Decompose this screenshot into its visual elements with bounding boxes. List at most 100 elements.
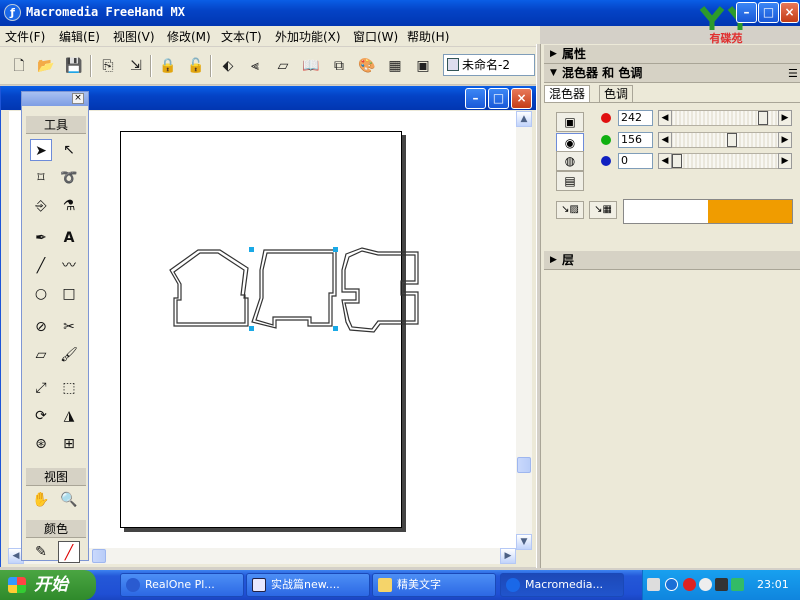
page-tool-icon[interactable]: ⌑: [30, 167, 52, 189]
task-freehand[interactable]: Macromedia...: [500, 573, 624, 597]
pointer-tool-icon[interactable]: ➤: [30, 139, 52, 161]
red-slider[interactable]: ◀ ▶: [658, 110, 792, 126]
table-icon[interactable]: ▦: [384, 55, 406, 77]
layers-panel-header[interactable]: ▶ 层: [544, 251, 800, 270]
tab-mixer[interactable]: 混色器: [544, 85, 591, 102]
network-icon[interactable]: [715, 578, 728, 591]
menu-help[interactable]: 帮助(H): [407, 28, 449, 45]
menu-file[interactable]: 文件(F): [5, 28, 45, 45]
tab-tints[interactable]: 色调: [599, 85, 634, 102]
hand-tool-icon[interactable]: ✋: [30, 489, 52, 511]
blue-slider-right-arrow[interactable]: ▶: [778, 153, 792, 169]
menu-window[interactable]: 窗口(W): [353, 28, 398, 45]
app-close-button[interactable]: ×: [780, 2, 799, 23]
task-word[interactable]: 实战篇new....: [246, 573, 370, 597]
lock-icon[interactable]: 🔒: [157, 55, 179, 77]
menu-edit[interactable]: 编辑(E): [59, 28, 100, 45]
red-slider-left-arrow[interactable]: ◀: [658, 110, 672, 126]
vertical-scrollbar[interactable]: ▲ ▼: [516, 111, 532, 550]
scale-tool-icon[interactable]: ⤢: [30, 377, 52, 399]
group-icon[interactable]: ⬖: [217, 55, 239, 77]
red-slider-thumb[interactable]: [758, 111, 768, 125]
trace-tool-icon[interactable]: ⎆: [30, 195, 52, 217]
security-icon[interactable]: [731, 578, 744, 591]
import-icon[interactable]: ⎘: [97, 55, 119, 77]
app-maximize-button[interactable]: □: [758, 2, 779, 23]
connector-tool-icon[interactable]: ⊘: [30, 316, 52, 338]
brush-tool-icon[interactable]: 🖌: [58, 344, 80, 366]
blue-slider-thumb[interactable]: [672, 154, 682, 168]
unlock-icon[interactable]: 🔓: [185, 55, 207, 77]
green-slider-thumb[interactable]: [727, 133, 737, 147]
mixer-panel-header[interactable]: ▼ 混色器 和 色调 ☰: [544, 64, 800, 83]
chart-tool-icon[interactable]: ⊞: [58, 433, 80, 455]
line-tool-icon[interactable]: ╱: [30, 255, 52, 277]
show-hidden-icon[interactable]: [665, 578, 678, 591]
rgb-mode-icon[interactable]: ◉: [556, 133, 584, 153]
subselect-tool-icon[interactable]: ↖: [58, 139, 80, 161]
library-icon[interactable]: 📖: [300, 55, 322, 77]
system-color-icon[interactable]: ▤: [556, 171, 584, 191]
messenger-icon[interactable]: [699, 578, 712, 591]
align-icon[interactable]: ⫷: [244, 55, 266, 77]
start-button[interactable]: 开始: [0, 570, 96, 600]
scroll-down-button[interactable]: ▼: [516, 534, 532, 550]
task-folder[interactable]: 精美文字: [372, 573, 496, 597]
horizontal-scroll-thumb[interactable]: [92, 549, 106, 563]
green-slider[interactable]: ◀ ▶: [658, 132, 792, 148]
scroll-up-button[interactable]: ▲: [516, 111, 532, 127]
red-value-field[interactable]: 242: [618, 110, 653, 126]
blue-slider[interactable]: ◀ ▶: [658, 153, 792, 169]
floorplan-shapes[interactable]: [160, 240, 430, 340]
realone-tray-icon[interactable]: [683, 578, 696, 591]
red-slider-right-arrow[interactable]: ▶: [778, 110, 792, 126]
doc-maximize-button[interactable]: □: [488, 88, 509, 109]
knife-tool-icon[interactable]: ✂: [58, 316, 80, 338]
doc-minimize-button[interactable]: –: [465, 88, 486, 109]
layers-icon[interactable]: ⧉: [328, 55, 350, 77]
menu-text[interactable]: 文本(T): [221, 28, 262, 45]
save-icon[interactable]: 💾: [63, 55, 85, 77]
green-value-field[interactable]: 156: [618, 132, 653, 148]
export-icon[interactable]: ⇲: [125, 55, 147, 77]
vertical-scroll-thumb[interactable]: [517, 457, 531, 473]
eyedropper-tool-icon[interactable]: ⚗: [58, 195, 80, 217]
tools-panel-header[interactable]: ×: [22, 92, 88, 106]
menu-modify[interactable]: 修改(M): [167, 28, 211, 45]
pen-tool-icon[interactable]: ✒: [30, 227, 52, 249]
screen-icon[interactable]: ▣: [412, 55, 434, 77]
fill-none-icon[interactable]: ╱: [58, 541, 80, 563]
keyboard-icon[interactable]: [647, 578, 660, 591]
menu-view[interactable]: 视图(V): [113, 28, 155, 45]
new-document-icon[interactable]: 🗋: [8, 55, 30, 77]
rotate-tool-icon[interactable]: ⟳: [30, 405, 52, 427]
graphic-hose-tool-icon[interactable]: ⊛: [30, 433, 52, 455]
hls-mode-icon[interactable]: ◍: [556, 151, 584, 171]
task-realone[interactable]: RealOne Pl...: [120, 573, 244, 597]
eraser-tool-icon[interactable]: ▱: [30, 344, 52, 366]
blue-value-field[interactable]: 0: [618, 153, 653, 169]
cmyk-mode-icon[interactable]: ▣: [556, 112, 584, 132]
transform-icon[interactable]: ▱: [272, 55, 294, 77]
freehand-tool-icon[interactable]: 〰: [58, 255, 80, 277]
open-folder-icon[interactable]: 📂: [35, 55, 57, 77]
app-minimize-button[interactable]: –: [736, 2, 757, 23]
doc-close-button[interactable]: ×: [511, 88, 532, 109]
rectangle-tool-icon[interactable]: □: [58, 283, 80, 305]
add-to-color-list-icon[interactable]: ↘▦: [589, 201, 617, 219]
swatches-icon[interactable]: 🎨: [356, 55, 378, 77]
add-to-swatches-icon[interactable]: ↘▨: [556, 201, 584, 219]
blue-slider-left-arrow[interactable]: ◀: [658, 153, 672, 169]
properties-panel-header[interactable]: ▶ 属性: [544, 45, 800, 64]
lasso-tool-icon[interactable]: ➰: [58, 167, 80, 189]
scroll-right-button[interactable]: ▶: [500, 548, 516, 564]
panel-options-icon[interactable]: ☰: [788, 64, 798, 83]
green-slider-right-arrow[interactable]: ▶: [778, 132, 792, 148]
tools-panel-close-button[interactable]: ×: [72, 93, 84, 104]
reflect-tool-icon[interactable]: ◮: [58, 405, 80, 427]
text-tool-icon[interactable]: A: [58, 227, 80, 249]
stroke-color-icon[interactable]: ✎: [30, 541, 52, 563]
menu-xtras[interactable]: 外加功能(X): [275, 28, 341, 45]
zoom-tool-icon[interactable]: 🔍: [58, 489, 80, 511]
ellipse-tool-icon[interactable]: ○: [30, 283, 52, 305]
